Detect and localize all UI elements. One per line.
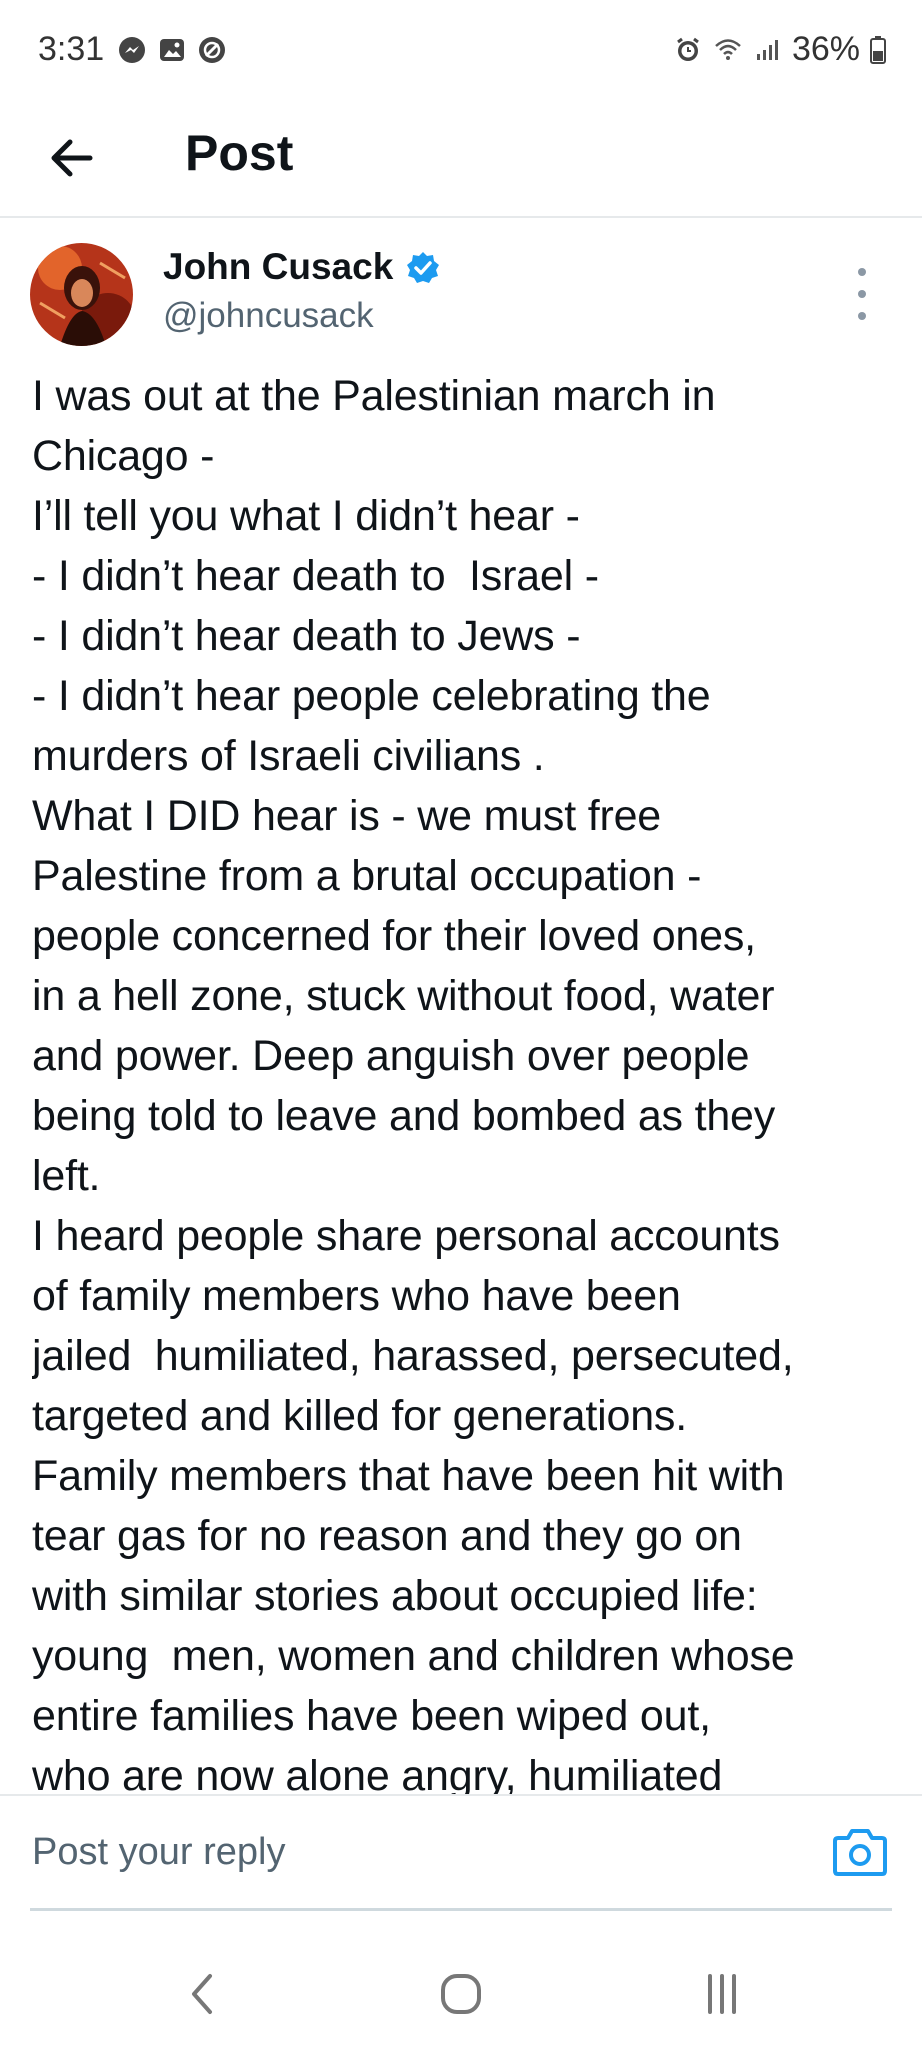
post-line: with similar stories about occupied life… xyxy=(32,1572,758,1620)
avatar[interactable] xyxy=(30,243,133,346)
signal-icon xyxy=(756,39,778,60)
system-nav-bar xyxy=(0,1940,922,2048)
camera-icon[interactable] xyxy=(832,1826,888,1878)
post-line: young men, women and children whose xyxy=(32,1632,795,1680)
back-nav-icon[interactable] xyxy=(172,1962,236,2026)
verified-badge-icon xyxy=(407,252,439,283)
post-line: Palestine from a brutal occupation - xyxy=(32,852,702,900)
blocked-icon xyxy=(199,37,225,63)
post-line: murders of Israeli civilians . xyxy=(32,732,545,780)
status-time: 3:31 xyxy=(38,30,105,68)
alarm-icon xyxy=(677,37,699,61)
post-line: - I didn’t hear people celebrating the xyxy=(32,672,711,720)
author-name[interactable]: John Cusack xyxy=(163,246,393,288)
post-line: targeted and killed for generations. xyxy=(32,1392,687,1440)
post-line: What I DID hear is - we must free xyxy=(32,792,662,840)
post-line: - I didn’t hear death to Jews - xyxy=(32,612,581,660)
header-bar: Post xyxy=(0,104,922,218)
more-options-icon[interactable] xyxy=(850,262,874,338)
post-line: Chicago - xyxy=(32,432,215,480)
post-line: entire families have been wiped out, xyxy=(32,1692,711,1740)
status-left-icons xyxy=(118,36,226,64)
post-line: Family members that have been hit with xyxy=(32,1452,785,1500)
messenger-icon xyxy=(119,37,145,63)
post-line: I’ll tell you what I didn’t hear - xyxy=(32,492,580,540)
post-line: - I didn’t hear death to Israel - xyxy=(32,552,599,600)
post-line: tear gas for no reason and they go on xyxy=(32,1512,742,1560)
recents-nav-icon[interactable] xyxy=(690,1962,754,2026)
post-text: I was out at the Palestinian march in Ch… xyxy=(32,366,912,1794)
post-line: I was out at the Palestinian march in xyxy=(32,372,716,420)
author-handle[interactable]: @johncusack xyxy=(163,296,374,336)
status-bar: 3:31 36% xyxy=(0,0,922,104)
arrow-left-icon[interactable] xyxy=(40,126,104,190)
post-line: I heard people share personal accounts xyxy=(32,1212,780,1260)
reply-input[interactable] xyxy=(32,1822,652,1882)
status-right: 36% xyxy=(674,30,886,69)
post-line: being told to leave and bombed as they xyxy=(32,1092,776,1140)
post-line: and power. Deep anguish over people xyxy=(32,1032,750,1080)
reply-divider xyxy=(30,1908,892,1911)
post-line: left. xyxy=(32,1152,101,1200)
home-nav-icon[interactable] xyxy=(429,1962,493,2026)
post-line: jailed humiliated, harassed, persecuted, xyxy=(32,1332,794,1380)
page-title: Post xyxy=(185,125,294,181)
battery-icon xyxy=(870,35,886,64)
post-line: of family members who have been xyxy=(32,1272,681,1320)
gallery-icon xyxy=(160,39,184,61)
reply-bar xyxy=(0,1794,922,1912)
post-line: in a hell zone, stuck without food, wate… xyxy=(32,972,775,1020)
avatar-image xyxy=(30,243,133,346)
battery-percent: 36% xyxy=(791,30,860,68)
post-line: who are now alone angry, humiliated xyxy=(32,1752,723,1794)
wifi-icon xyxy=(715,38,741,60)
post-line: people concerned for their loved ones, xyxy=(32,912,756,960)
